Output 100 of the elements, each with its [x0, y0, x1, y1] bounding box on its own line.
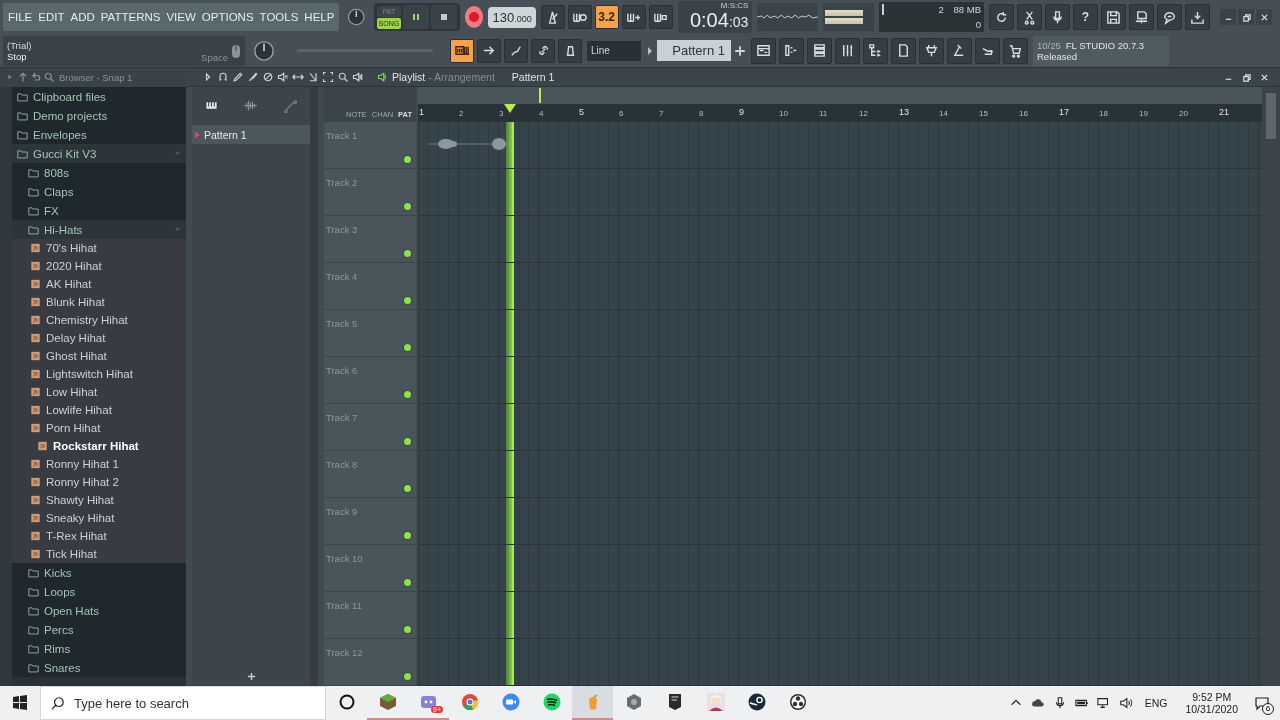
clock[interactable]: 9:52 PM 10/31/2020	[1185, 691, 1238, 715]
menu-item[interactable]: EDIT	[38, 11, 65, 23]
sample-item[interactable]: 2020 Hihat	[12, 257, 186, 275]
typing-keyboard-button[interactable]	[450, 38, 474, 63]
menu-item[interactable]: ADD	[70, 11, 95, 23]
sample-item[interactable]: Lowlife Hihat	[12, 401, 186, 419]
track-enable-light[interactable]	[404, 485, 411, 492]
cart-button[interactable]	[1003, 37, 1028, 64]
input-language[interactable]: ENG	[1144, 697, 1168, 709]
plug-button[interactable]	[919, 37, 944, 64]
track-enable-light[interactable]	[404, 438, 411, 445]
menu-item[interactable]: TOOLS	[259, 11, 299, 23]
folder-item[interactable]: Clipboard files	[12, 87, 186, 106]
menu-item[interactable]: HELP	[304, 11, 335, 23]
piano-roll-button[interactable]	[779, 37, 804, 64]
track-enable-light[interactable]	[404, 579, 411, 586]
delete-icon[interactable]	[262, 71, 274, 83]
news-panel[interactable]: 10/25 FL STUDIO 20.7.3 Released	[1033, 35, 1169, 66]
menu-item[interactable]: OPTIONS	[201, 11, 254, 23]
pencil-icon[interactable]	[232, 71, 244, 83]
track-lane[interactable]	[418, 592, 1262, 639]
track-lane[interactable]	[418, 451, 1262, 498]
loop-record-button[interactable]	[648, 5, 673, 29]
hat-button[interactable]	[558, 38, 582, 63]
sample-item[interactable]: Delay Hihat	[12, 329, 186, 347]
folder-item[interactable]: Loops	[12, 582, 186, 601]
overdub-button[interactable]	[621, 5, 646, 29]
sample-item[interactable]: Sneaky Hihat	[12, 509, 186, 527]
folder-item[interactable]: Percs	[12, 620, 186, 639]
folder-item[interactable]: 808s	[12, 163, 186, 182]
menu-item[interactable]: VIEW	[166, 11, 196, 23]
save-button[interactable]	[1101, 4, 1126, 30]
knob[interactable]	[253, 39, 275, 62]
brush-icon[interactable]	[247, 71, 259, 83]
folder-item[interactable]: Claps	[12, 182, 186, 201]
tempo-display[interactable]: 130.000	[488, 6, 536, 28]
folder-item[interactable]: Rims	[12, 639, 186, 658]
sample-item[interactable]: Rockstarr Hihat	[12, 437, 186, 455]
folder-item[interactable]: Open Hats	[12, 601, 186, 620]
vertical-scrollbar[interactable]	[0, 87, 12, 686]
track-enable-light[interactable]	[404, 344, 411, 351]
sample-item[interactable]: 70's Hihat	[12, 239, 186, 257]
step-button[interactable]	[504, 38, 528, 63]
snap-dropdown[interactable]: Line	[587, 40, 641, 61]
scrollbar-thumb[interactable]	[1266, 93, 1276, 139]
playback-icon[interactable]	[352, 71, 364, 83]
track-enable-light[interactable]	[404, 673, 411, 680]
sample-item[interactable]: T-Rex Hihat	[12, 527, 186, 545]
up-arrow-icon[interactable]	[17, 71, 29, 83]
sample-item[interactable]: Shawty Hihat	[12, 491, 186, 509]
timeline-ruler[interactable]: 1 2 3 4 5 6 7 8 9 10 11 12 13 14 15 16 17 18 19 20 21	[418, 104, 1262, 122]
notification-button[interactable]: 6	[1250, 691, 1274, 715]
magnet-icon[interactable]	[217, 71, 229, 83]
mute-icon[interactable]	[277, 71, 289, 83]
help-button[interactable]: ?	[1073, 4, 1098, 30]
export-button[interactable]	[1129, 4, 1154, 30]
knob[interactable]	[347, 6, 366, 28]
sample-item[interactable]: Chemistry Hihat	[12, 311, 186, 329]
download-button[interactable]	[1185, 4, 1210, 30]
windows-logo-icon[interactable]	[12, 695, 28, 711]
metronome-button[interactable]	[540, 5, 565, 29]
arrow-button[interactable]	[477, 38, 501, 63]
track-lane[interactable]	[418, 357, 1262, 404]
speaker-icon[interactable]	[377, 71, 389, 83]
search-icon[interactable]	[43, 71, 55, 83]
cloud-icon[interactable]	[1030, 696, 1045, 710]
sample-item[interactable]: Tick Hihat	[12, 545, 186, 563]
cut-button[interactable]	[1017, 4, 1042, 30]
add-icon[interactable]	[734, 44, 746, 57]
slip-icon[interactable]	[292, 71, 304, 83]
track-enable-light[interactable]	[404, 297, 411, 304]
slice-icon[interactable]	[307, 71, 319, 83]
track-lane[interactable]	[418, 498, 1262, 545]
playlist-pattern[interactable]: Pattern 1	[511, 71, 555, 83]
track-enable-light[interactable]	[404, 203, 411, 210]
sample-item[interactable]: AK Hihat	[12, 275, 186, 293]
track-enable-light[interactable]	[404, 391, 411, 398]
automation-icon[interactable]	[282, 97, 298, 113]
zoom-icon[interactable]	[337, 71, 349, 83]
link-button[interactable]	[531, 38, 555, 63]
sample-item[interactable]: Porn Hihat	[12, 419, 186, 437]
pause-button[interactable]	[402, 5, 429, 29]
sample-item[interactable]: Ronny Hihat 1	[12, 455, 186, 473]
playlist-button[interactable]	[751, 37, 776, 64]
hand-button[interactable]	[975, 37, 1000, 64]
track-lane[interactable]	[418, 216, 1262, 263]
channel-rack-button[interactable]	[807, 37, 832, 64]
sample-item[interactable]: Low Hihat	[12, 383, 186, 401]
restore-button[interactable]	[1238, 9, 1254, 25]
track-lane[interactable]	[418, 639, 1262, 686]
track-lane[interactable]	[418, 263, 1262, 310]
folder-item[interactable]: Kicks	[12, 563, 186, 582]
select-icon[interactable]	[322, 71, 334, 83]
undo-button[interactable]	[989, 4, 1014, 30]
stop-button[interactable]	[430, 5, 457, 29]
track-enable-light[interactable]	[404, 626, 411, 633]
track-lane[interactable]	[418, 310, 1262, 357]
track-enable-light[interactable]	[404, 532, 411, 539]
folder-item[interactable]: FX	[12, 201, 186, 220]
folder-item[interactable]: Demo projects	[12, 106, 186, 125]
